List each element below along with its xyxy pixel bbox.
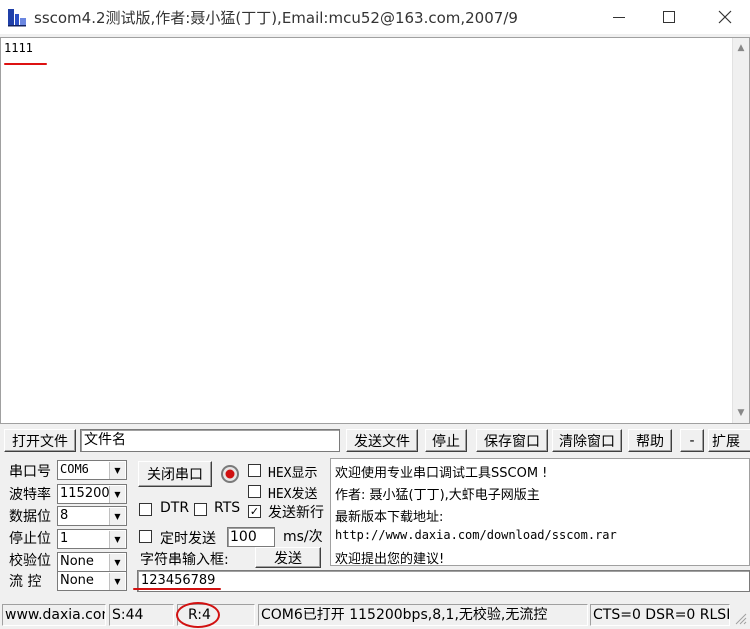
save-window-button[interactable]: 保存窗口 [476,429,548,452]
parity-select[interactable]: None ▼ [57,552,127,572]
stop-bits-value: 1 [60,531,69,546]
info-line-3: 最新版本下载地址: [335,510,444,525]
info-line-1: 欢迎使用专业串口调试工具SSCOM ! [335,466,548,481]
status-sent-count: S:44 [109,604,174,626]
info-line-5: 欢迎提出您的建议! [335,552,445,567]
annotation-underline [133,588,221,590]
status-modem-lines: CTS=0 DSR=0 RLSD [590,604,730,626]
data-bits-value: 8 [60,508,69,523]
scroll-up-icon[interactable]: ▲ [733,40,749,56]
chevron-down-icon[interactable]: ▼ [109,573,125,590]
send-button[interactable]: 发送 [255,547,321,568]
send-file-button[interactable]: 发送文件 [346,429,418,452]
send-newline-checkbox[interactable]: ✓ [248,505,261,518]
send-input[interactable]: 123456789 [137,570,750,592]
port-value: COM6 [60,462,89,476]
title-bar: sscom4.2测试版,作者:聂小猛(丁丁),Email:mcu52@163.c… [0,0,750,34]
hex-send-checkbox[interactable] [248,485,261,498]
info-line-2: 作者: 聂小猛(丁丁),大虾电子网版主 [335,488,540,503]
close-icon [718,10,732,24]
chevron-down-icon[interactable]: ▼ [109,554,125,571]
scroll-down-icon[interactable]: ▼ [733,405,749,421]
dtr-label: DTR [160,500,190,516]
stop-bits-select[interactable]: 1 ▼ [57,529,127,549]
clear-window-button[interactable]: 清除窗口 [552,429,622,452]
stop-button[interactable]: 停止 [425,429,467,452]
chevron-down-icon[interactable]: ▼ [109,531,125,548]
rts-label: RTS [214,500,241,516]
hex-display-label: HEX显示 [268,466,318,481]
filename-input[interactable]: 文件名 [80,429,340,452]
parity-value: None [60,554,94,569]
dtr-checkbox[interactable] [139,503,152,516]
send-newline-label: 发送新行 [268,505,324,521]
expand-button[interactable]: 扩展 [708,429,750,452]
maximize-icon [663,11,675,23]
info-panel: 欢迎使用专业串口调试工具SSCOM ! 作者: 聂小猛(丁丁),大虾电子网版主 … [330,458,750,567]
flow-control-select[interactable]: None ▼ [57,571,127,591]
checkmark-icon: ✓ [249,505,260,518]
chevron-down-icon[interactable]: ▼ [109,462,125,479]
flow-control-label: 流 控 [9,574,42,590]
data-bits-label: 数据位 [9,509,51,525]
status-port-info: COM6已打开 115200bps,8,1,无校验,无流控 [258,604,588,626]
window-title: sscom4.2测试版,作者:聂小猛(丁丁),Email:mcu52@163.c… [34,9,518,27]
port-select[interactable]: COM6 ▼ [57,460,127,480]
port-label: 串口号 [9,464,51,480]
chevron-down-icon[interactable]: ▼ [109,508,125,525]
open-file-button[interactable]: 打开文件 [4,429,76,452]
parity-label: 校验位 [9,553,51,569]
annotation-underline [4,63,47,65]
close-button[interactable] [700,0,750,34]
chevron-down-icon[interactable]: ▼ [109,486,125,503]
input-label: 字符串输入框: [140,552,229,568]
port-status-indicator-icon [220,464,240,484]
resize-grip-icon[interactable] [732,608,748,626]
status-website: www.daxia.com [2,604,106,626]
minus-button[interactable]: - [680,429,704,452]
timed-send-checkbox[interactable] [139,530,152,543]
info-line-4: http://www.daxia.com/download/sscom.rar [335,528,617,542]
baud-label: 波特率 [9,487,51,503]
interval-input[interactable]: 100 [227,527,275,547]
vertical-scrollbar[interactable]: ▲ ▼ [732,38,749,423]
minimize-icon [613,16,625,18]
rts-checkbox[interactable] [194,503,207,516]
receive-textarea[interactable]: 1111 ▲ ▼ [0,37,750,424]
close-port-button[interactable]: 关闭串口 [138,461,212,487]
stop-bits-label: 停止位 [9,531,51,547]
interval-unit-label: ms/次 [283,529,323,545]
help-button[interactable]: 帮助 [628,429,672,452]
flow-control-value: None [60,573,94,588]
minimize-button[interactable] [594,0,644,34]
serial-port-icon[interactable] [6,6,28,28]
annotation-circle [176,602,220,628]
data-bits-select[interactable]: 8 ▼ [57,506,127,526]
hex-display-checkbox[interactable] [248,464,261,477]
maximize-button[interactable] [644,0,694,34]
hex-send-label: HEX发送 [268,487,318,502]
baud-value: 115200 [60,486,110,501]
baud-select[interactable]: 115200 ▼ [57,484,127,504]
timed-send-label: 定时发送 [160,531,216,547]
receive-text: 1111 [4,41,33,55]
